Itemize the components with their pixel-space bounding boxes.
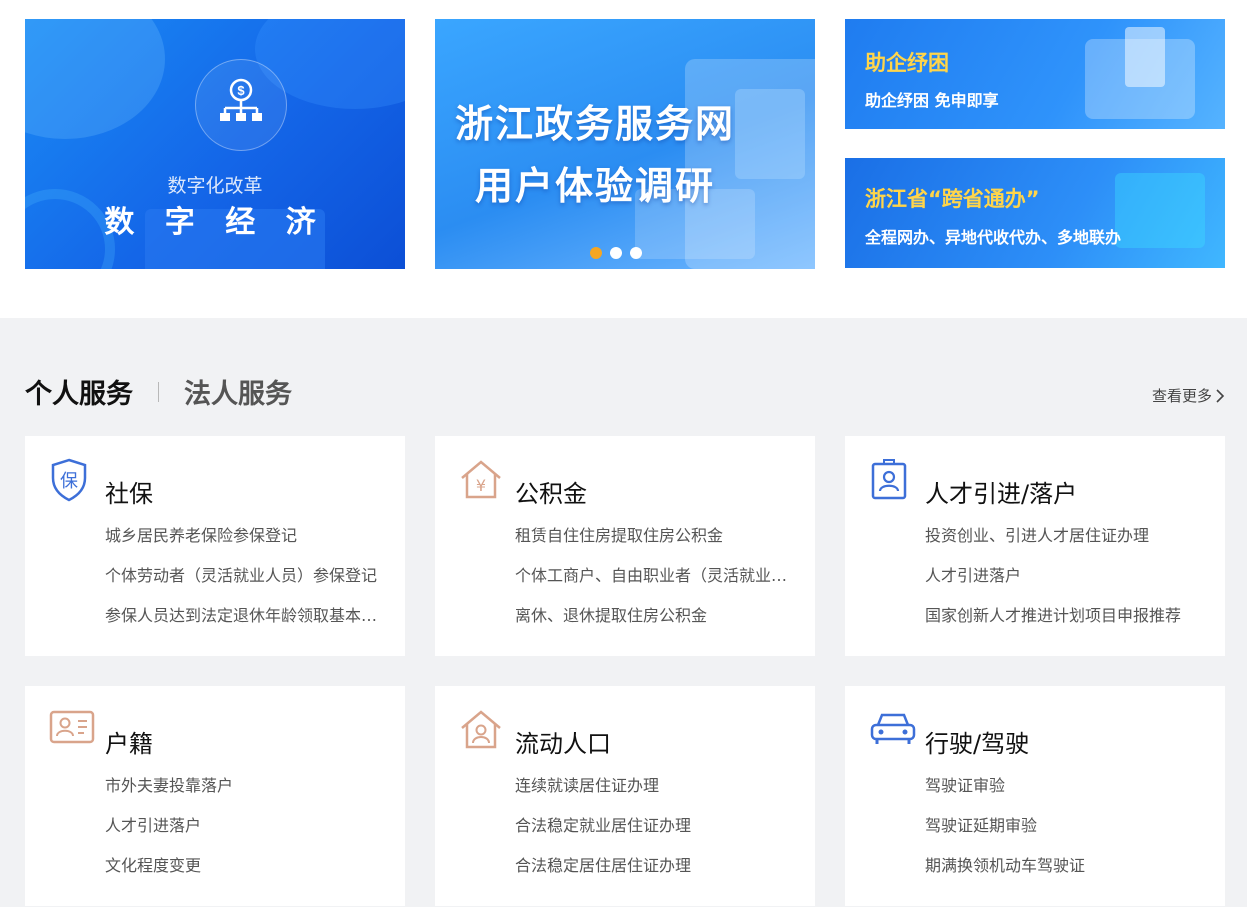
carousel-dot-3[interactable] [630, 247, 642, 259]
view-more-link[interactable]: 查看更多 [1152, 385, 1225, 406]
service-link[interactable]: 参保人员达到法定退休年龄领取基本养老金 [105, 606, 390, 646]
banner-title-line1: 浙江政务服务网 [454, 102, 735, 146]
service-link[interactable]: 个体劳动者（灵活就业人员）参保登记 [105, 566, 390, 606]
view-more-label: 查看更多 [1151, 387, 1212, 405]
service-link[interactable]: 人才引进落户 [925, 566, 1210, 606]
service-card-social-security: 保 社保 城乡居民养老保险参保登记 个体劳动者（灵活就业人员）参保登记 参保人员… [25, 436, 405, 656]
card-title[interactable]: 人才引进/落户 [925, 474, 1077, 509]
service-link[interactable]: 市外夫妻投靠落户 [105, 776, 390, 816]
svg-text:保: 保 [60, 471, 78, 492]
service-link[interactable]: 连续就读居住证办理 [515, 776, 800, 816]
service-card-household-registration: 户籍 市外夫妻投靠落户 人才引进落户 文化程度变更 [25, 686, 405, 906]
card-title[interactable]: 流动人口 [515, 724, 611, 759]
service-link[interactable]: 期满换领机动车驾驶证 [925, 856, 1210, 896]
banner-title: 数 字 经 济 [104, 205, 326, 240]
service-link[interactable]: 驾驶证审验 [925, 776, 1210, 816]
house-yuan-icon: ¥ [459, 458, 501, 499]
id-card-icon [49, 708, 95, 748]
car-icon [869, 708, 916, 748]
banner-title: 浙江省“跨省通办” [865, 187, 1040, 211]
banner-digital-economy[interactable]: $ 数字化改革 数 字 经 济 [25, 19, 405, 269]
banner-title-line2: 用户体验调研 [474, 164, 715, 208]
banner-subtitle: 全程网办、异地代收代办、多地联办 [865, 228, 1122, 247]
banner-cross-province[interactable]: 浙江省“跨省通办” 全程网办、异地代收代办、多地联办 [845, 158, 1225, 268]
card-title[interactable]: 公积金 [515, 474, 587, 509]
service-link[interactable]: 国家创新人才推进计划项目申报推荐 [925, 606, 1210, 646]
service-tabs: 个人服务 法人服务 [25, 372, 292, 411]
decor-blob [25, 19, 165, 139]
card-title[interactable]: 户籍 [105, 724, 153, 759]
decor-document [1125, 27, 1165, 87]
service-card-talent: 人才引进/落户 投资创业、引进人才居住证办理 人才引进落户 国家创新人才推进计划… [845, 436, 1225, 656]
service-link[interactable]: 投资创业、引进人才居住证办理 [925, 526, 1210, 566]
svg-text:¥: ¥ [476, 476, 486, 495]
service-link[interactable]: 合法稳定就业居住证办理 [515, 816, 800, 856]
id-badge-icon [869, 458, 909, 500]
service-card-housing-fund: ¥ 公积金 租赁自住住房提取住房公积金 个体工商户、自由职业者（灵活就业人员）缴… [435, 436, 815, 656]
service-link[interactable]: 离休、退休提取住房公积金 [515, 606, 800, 646]
banner-subtitle: 助企纾困 免申即享 [865, 91, 999, 110]
carousel-dots [590, 247, 642, 259]
decor-computer [1115, 173, 1205, 248]
shield-bao-icon: 保 [49, 458, 89, 502]
service-card-driving: 行驶/驾驶 驾驶证审验 驾驶证延期审验 期满换领机动车驾驶证 [845, 686, 1225, 906]
card-title[interactable]: 社保 [105, 474, 153, 509]
service-link[interactable]: 文化程度变更 [105, 856, 390, 896]
tab-legal-services[interactable]: 法人服务 [184, 372, 292, 411]
service-link[interactable]: 人才引进落户 [105, 816, 390, 856]
carousel-dot-2[interactable] [610, 247, 622, 259]
house-person-icon [459, 708, 501, 749]
tab-personal-services[interactable]: 个人服务 [25, 372, 133, 411]
svg-text:$: $ [237, 83, 245, 98]
card-title[interactable]: 行驶/驾驶 [925, 724, 1029, 759]
service-card-floating-population: 流动人口 连续就读居住证办理 合法稳定就业居住证办理 合法稳定居住居住证办理 [435, 686, 815, 906]
banner-title: 助企纾困 [865, 51, 949, 75]
service-link[interactable]: 合法稳定居住居住证办理 [515, 856, 800, 896]
service-link[interactable]: 城乡居民养老保险参保登记 [105, 526, 390, 566]
banner-enterprise-relief[interactable]: 助企纾困 助企纾困 免申即享 [845, 19, 1225, 129]
service-link[interactable]: 个体工商户、自由职业者（灵活就业人员）缴存 [515, 566, 800, 606]
banner-row: $ 数字化改革 数 字 经 济 浙江政务服务网 用户体验调研 助企纾困 助企纾困… [0, 0, 1247, 318]
service-link[interactable]: 驾驶证延期审验 [925, 816, 1210, 856]
banner-subtitle: 数字化改革 [167, 175, 263, 197]
chevron-right-icon [1216, 388, 1225, 403]
carousel-dot-1[interactable] [590, 247, 602, 259]
banner-survey[interactable]: 浙江政务服务网 用户体验调研 [435, 19, 815, 269]
tab-divider [158, 381, 159, 402]
money-org-icon: $ [195, 59, 287, 151]
service-link[interactable]: 租赁自住住房提取住房公积金 [515, 526, 800, 566]
